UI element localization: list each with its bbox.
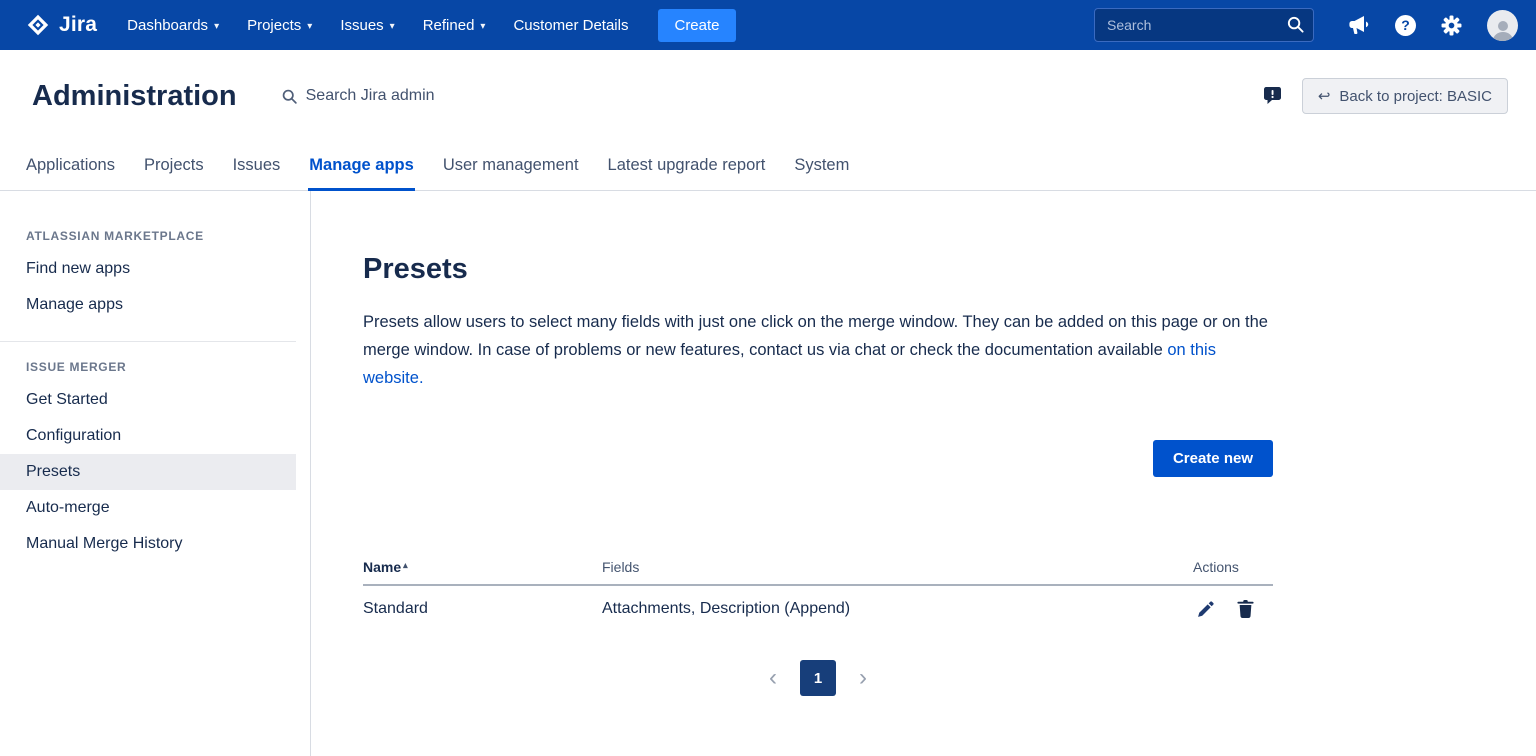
actions-cell xyxy=(1193,600,1273,618)
admin-header-right: ↩ Back to project: BASIC xyxy=(1263,78,1508,114)
admin-search-label: Search Jira admin xyxy=(306,87,435,105)
nav-refined-label: Refined xyxy=(423,17,475,34)
feedback-icon[interactable] xyxy=(1263,87,1282,105)
nav-projects-label: Projects xyxy=(247,17,301,34)
preset-fields-cell: Attachments, Description (Append) xyxy=(602,600,1193,618)
nav-customer-details[interactable]: Customer Details xyxy=(513,17,628,34)
chevron-down-icon: ▾ xyxy=(480,21,485,32)
help-question-glyph: ? xyxy=(1395,15,1416,36)
content-area: ATLASSIAN MARKETPLACE Find new apps Mana… xyxy=(0,191,1536,756)
page-title: Administration xyxy=(32,80,237,113)
column-header-actions: Actions xyxy=(1193,559,1273,575)
chevron-down-icon: ▾ xyxy=(390,21,395,32)
sidebar-item-presets[interactable]: Presets xyxy=(0,454,296,490)
sort-ascending-icon: ▴ xyxy=(403,560,408,570)
nav-issues[interactable]: Issues ▾ xyxy=(340,17,394,34)
nav-dashboards-label: Dashboards xyxy=(127,17,208,34)
topnav-icon-group: ? xyxy=(1348,10,1518,41)
next-page-icon[interactable]: › xyxy=(859,666,867,690)
nav-refined[interactable]: Refined ▾ xyxy=(423,17,486,34)
sidebar-item-manage-apps[interactable]: Manage apps xyxy=(0,287,296,323)
sidebar-item-get-started[interactable]: Get Started xyxy=(0,382,296,418)
sidebar-divider xyxy=(0,341,296,342)
back-arrow-icon: ↩ xyxy=(1318,87,1331,105)
tab-user-management[interactable]: User management xyxy=(442,156,580,191)
tab-system[interactable]: System xyxy=(793,156,850,191)
delete-trash-icon[interactable] xyxy=(1237,600,1254,618)
column-header-name[interactable]: Name▴ xyxy=(363,559,602,575)
global-search xyxy=(1094,8,1314,42)
table-header-row: Name▴ Fields Actions xyxy=(363,559,1273,586)
nav-dashboards[interactable]: Dashboards ▾ xyxy=(127,17,219,34)
name-header-label: Name xyxy=(363,559,401,575)
description-text: Presets allow users to select many field… xyxy=(363,313,1268,359)
brand-name: Jira xyxy=(59,13,97,37)
edit-pencil-icon[interactable] xyxy=(1197,600,1215,618)
search-icon xyxy=(1286,15,1305,39)
sidebar-item-find-new-apps[interactable]: Find new apps xyxy=(0,251,296,287)
sidebar: ATLASSIAN MARKETPLACE Find new apps Mana… xyxy=(0,191,311,756)
sidebar-heading-issue-merger: ISSUE MERGER xyxy=(26,360,310,374)
tab-projects[interactable]: Projects xyxy=(143,156,205,191)
table-row: Standard Attachments, Description (Appen… xyxy=(363,586,1273,628)
admin-tabs: Applications Projects Issues Manage apps… xyxy=(0,142,1536,191)
current-page-button[interactable]: 1 xyxy=(800,660,836,696)
main-panel: Presets Presets allow users to select ma… xyxy=(311,191,1536,756)
sidebar-heading-marketplace: ATLASSIAN MARKETPLACE xyxy=(26,229,310,243)
previous-page-icon[interactable]: ‹ xyxy=(769,666,777,690)
sidebar-item-auto-merge[interactable]: Auto-merge xyxy=(0,490,296,526)
announcements-icon[interactable] xyxy=(1348,15,1370,35)
presets-table: Name▴ Fields Actions Standard Attachment… xyxy=(363,559,1273,628)
sidebar-item-configuration[interactable]: Configuration xyxy=(0,418,296,454)
preset-name-cell: Standard xyxy=(363,600,602,618)
chevron-down-icon: ▾ xyxy=(307,21,312,32)
global-search-input[interactable] xyxy=(1094,8,1314,42)
help-icon[interactable]: ? xyxy=(1395,15,1416,36)
sidebar-item-manual-merge-history[interactable]: Manual Merge History xyxy=(0,526,296,562)
top-navigation-bar: Jira Dashboards ▾ Projects ▾ Issues ▾ Re… xyxy=(0,0,1536,50)
chevron-down-icon: ▾ xyxy=(214,21,219,32)
settings-gear-icon[interactable] xyxy=(1441,15,1462,36)
back-to-project-label: Back to project: BASIC xyxy=(1339,88,1492,105)
nav-issues-label: Issues xyxy=(340,17,383,34)
tab-applications[interactable]: Applications xyxy=(25,156,116,191)
back-to-project-button[interactable]: ↩ Back to project: BASIC xyxy=(1302,78,1508,114)
tab-issues[interactable]: Issues xyxy=(232,156,282,191)
tab-latest-upgrade-report[interactable]: Latest upgrade report xyxy=(607,156,767,191)
column-header-fields: Fields xyxy=(602,559,1193,575)
tab-manage-apps[interactable]: Manage apps xyxy=(308,156,415,191)
create-button[interactable]: Create xyxy=(658,9,735,42)
user-avatar[interactable] xyxy=(1487,10,1518,41)
jira-logo-icon xyxy=(26,13,50,37)
nav-customer-details-label: Customer Details xyxy=(513,17,628,34)
jira-logo[interactable]: Jira xyxy=(26,13,97,37)
presets-title: Presets xyxy=(363,253,1273,286)
search-icon xyxy=(281,88,298,105)
nav-projects[interactable]: Projects ▾ xyxy=(247,17,312,34)
create-new-button[interactable]: Create new xyxy=(1153,440,1273,477)
presets-description: Presets allow users to select many field… xyxy=(363,308,1273,392)
pagination: ‹ 1 › xyxy=(363,660,1273,696)
admin-header: Administration Search Jira admin ↩ Back … xyxy=(0,50,1536,142)
admin-search[interactable]: Search Jira admin xyxy=(281,87,435,105)
